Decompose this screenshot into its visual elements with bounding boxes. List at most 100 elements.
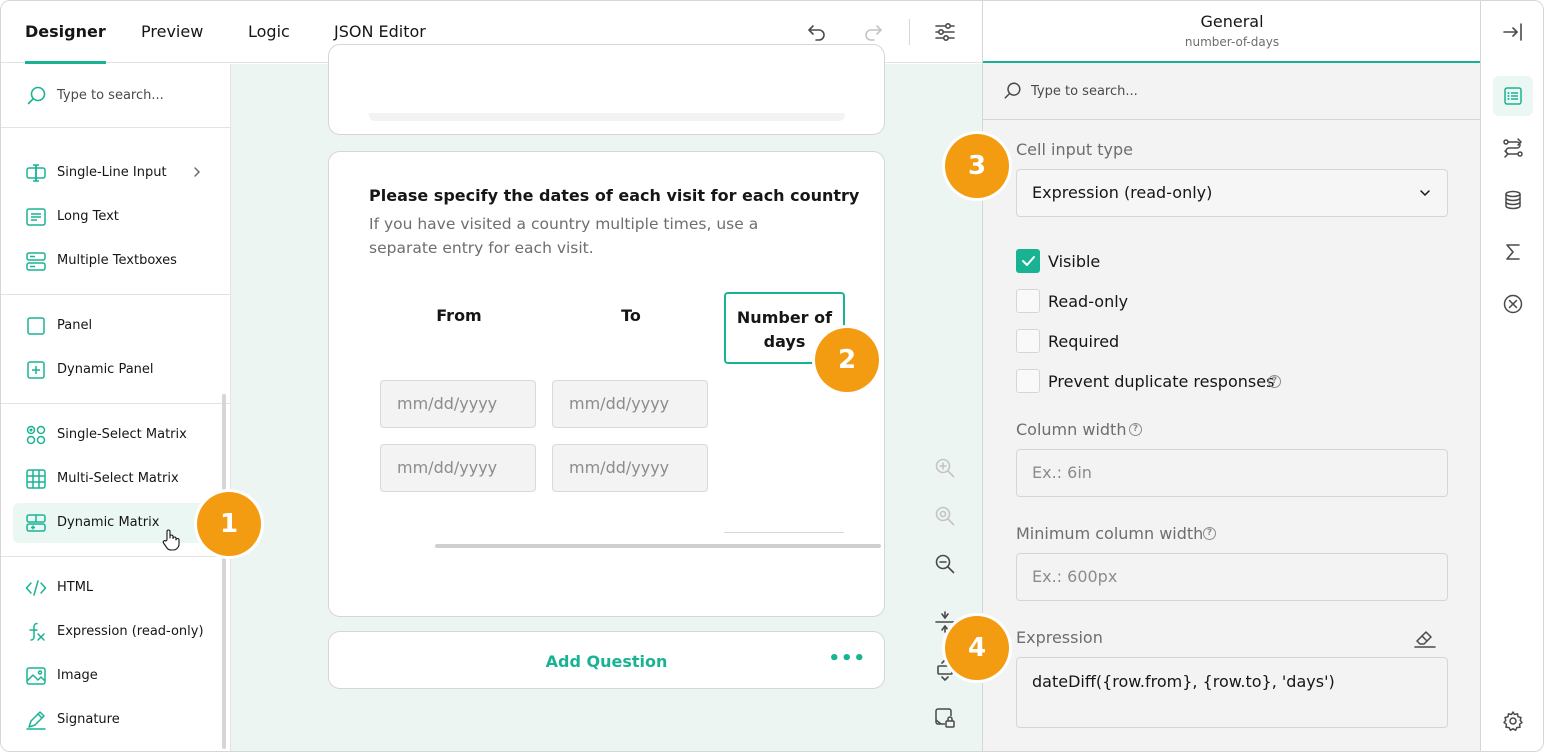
toolbox-item-label: Expression (read-only) [57,624,204,639]
property-grid-search-placeholder: Type to search... [1031,84,1138,99]
tab-designer[interactable]: Designer [25,1,106,64]
required-checkbox-label[interactable]: Required [1048,332,1119,351]
toolbox-item-label: Image [57,668,98,683]
single-select-matrix-icon [26,425,46,445]
search-icon [1004,82,1021,99]
toolbox-item-expression[interactable]: Expression (read-only) [13,612,213,652]
read-only-checkbox[interactable] [1016,289,1040,313]
help-icon[interactable]: ? [1268,375,1281,388]
survey-creator-window: Designer Preview Logic JSON Editor Type … [0,0,1544,752]
toolbox-item-label: Signature [57,712,120,727]
side-rail [1480,1,1543,751]
long-text-icon [26,208,46,226]
undo-icon[interactable] [803,18,831,46]
settings-sliders-icon[interactable] [931,18,959,46]
dynamic-matrix-question-card[interactable]: Please specify the dates of each visit f… [328,151,885,617]
callout-badge-1: 1 [197,492,261,556]
help-icon[interactable]: ? [1129,423,1142,436]
toolbox-item-label: Dynamic Panel [57,362,154,377]
toolbox-item-single-select-matrix[interactable]: Single-Select Matrix [13,415,213,455]
toolbox-divider [1,403,230,404]
cell-input-type-dropdown[interactable]: Expression (read-only) [1016,169,1448,217]
text-cursor-icon [26,164,46,182]
toolbox-item-label: Dynamic Matrix [57,515,160,530]
tab-preview[interactable]: Preview [141,1,203,63]
toolbox-item-label: Multi-Select Matrix [57,471,179,486]
read-only-checkbox-label[interactable]: Read-only [1048,292,1128,311]
search-icon [27,86,46,105]
column-width-label: Column width [1016,420,1127,439]
property-grid-search[interactable]: Type to search... [983,63,1481,120]
toolbox-item-image[interactable]: Image [13,656,213,696]
general-properties-icon[interactable] [1493,76,1533,116]
signature-icon [26,711,46,730]
toolbox-item-label: Multiple Textboxes [57,253,177,268]
toolbox-item-label: Single-Line Input [57,165,167,180]
zoom-in-icon[interactable] [931,454,959,482]
toolbox-item-label: Single-Select Matrix [57,427,187,442]
previous-question-card[interactable] [328,44,885,135]
toolbox-item-dynamic-panel[interactable]: Dynamic Panel [13,350,213,390]
toolbox-item-multiple-textboxes[interactable]: Multiple Textboxes [13,241,213,281]
from-date-input-row-2[interactable]: mm/dd/yyyy [380,444,536,492]
chevron-right-icon [194,167,201,177]
cell-input-type-value: Expression (read-only) [1032,183,1213,202]
add-question-bar: Add Question ••• [328,631,885,689]
lock-question-icon[interactable] [931,704,959,732]
toolbar-divider [909,19,910,45]
expression-label: Expression [1016,628,1103,647]
callout-badge-3: 3 [945,134,1009,198]
to-date-input-row-1[interactable]: mm/dd/yyyy [552,380,708,428]
toolbox-item-multi-select-matrix[interactable]: Multi-Select Matrix [13,459,213,499]
help-icon[interactable]: ? [1203,527,1216,540]
totals-sigma-icon[interactable] [1493,232,1533,272]
redo-icon[interactable] [859,18,887,46]
gear-icon[interactable] [1493,701,1533,741]
question-description[interactable]: If you have visited a country multiple t… [369,212,829,260]
toolbox-item-label: HTML [57,580,94,595]
visible-checkbox[interactable] [1016,249,1040,273]
html-icon [25,580,47,596]
property-grid-title: General [1200,12,1264,31]
toolbox-divider [1,294,230,295]
toolbox-divider [1,556,230,557]
matrix-footer-line [724,532,844,533]
prevent-duplicate-checkbox[interactable] [1016,369,1040,393]
expression-editor[interactable]: dateDiff({row.from}, {row.to}, 'days') [1016,657,1448,728]
zoom-reset-icon[interactable] [931,502,959,530]
question-title[interactable]: Please specify the dates of each visit f… [369,186,859,205]
column-header-from[interactable]: From [381,306,537,325]
matrix-horizontal-scrollbar[interactable] [435,544,881,548]
min-column-width-label: Minimum column width [1016,524,1204,543]
callout-badge-2: 2 [815,328,879,392]
collapse-panel-icon[interactable] [1493,12,1533,52]
data-icon[interactable] [1493,180,1533,220]
toolbox-item-long-text[interactable]: Long Text [13,197,213,237]
toolbox-item-signature[interactable]: Signature [13,700,213,740]
toolbox-search[interactable]: Type to search... [1,64,230,128]
eraser-icon[interactable] [1413,627,1437,649]
validation-icon[interactable] [1493,284,1533,324]
more-options-icon[interactable]: ••• [828,648,866,669]
from-date-input-row-1[interactable]: mm/dd/yyyy [380,380,536,428]
visible-checkbox-label[interactable]: Visible [1048,252,1100,271]
toolbox-scrollbar[interactable] [222,394,226,749]
check-icon [1022,256,1035,266]
required-checkbox[interactable] [1016,329,1040,353]
tab-logic[interactable]: Logic [248,1,290,63]
column-width-input[interactable]: Ex.: 6in [1016,449,1448,497]
to-date-input-row-2[interactable]: mm/dd/yyyy [552,444,708,492]
toolbox-search-placeholder: Type to search... [57,88,164,103]
prevent-duplicate-checkbox-label[interactable]: Prevent duplicate responses [1048,372,1274,391]
toolbox-item-panel[interactable]: Panel [13,306,213,346]
toolbox-item-dynamic-matrix[interactable]: Dynamic Matrix [13,503,213,551]
conditions-icon[interactable] [1493,128,1533,168]
toolbox-item-html[interactable]: HTML [13,568,213,608]
cell-input-type-label: Cell input type [1016,140,1133,159]
zoom-out-icon[interactable] [931,550,959,578]
column-header-to[interactable]: To [553,306,709,325]
add-question-button[interactable]: Add Question [329,652,884,671]
toolbox-item-single-line-input[interactable]: Single-Line Input [13,153,213,193]
toolbox-item-label: Panel [57,318,93,333]
min-column-width-input[interactable]: Ex.: 600px [1016,553,1448,601]
